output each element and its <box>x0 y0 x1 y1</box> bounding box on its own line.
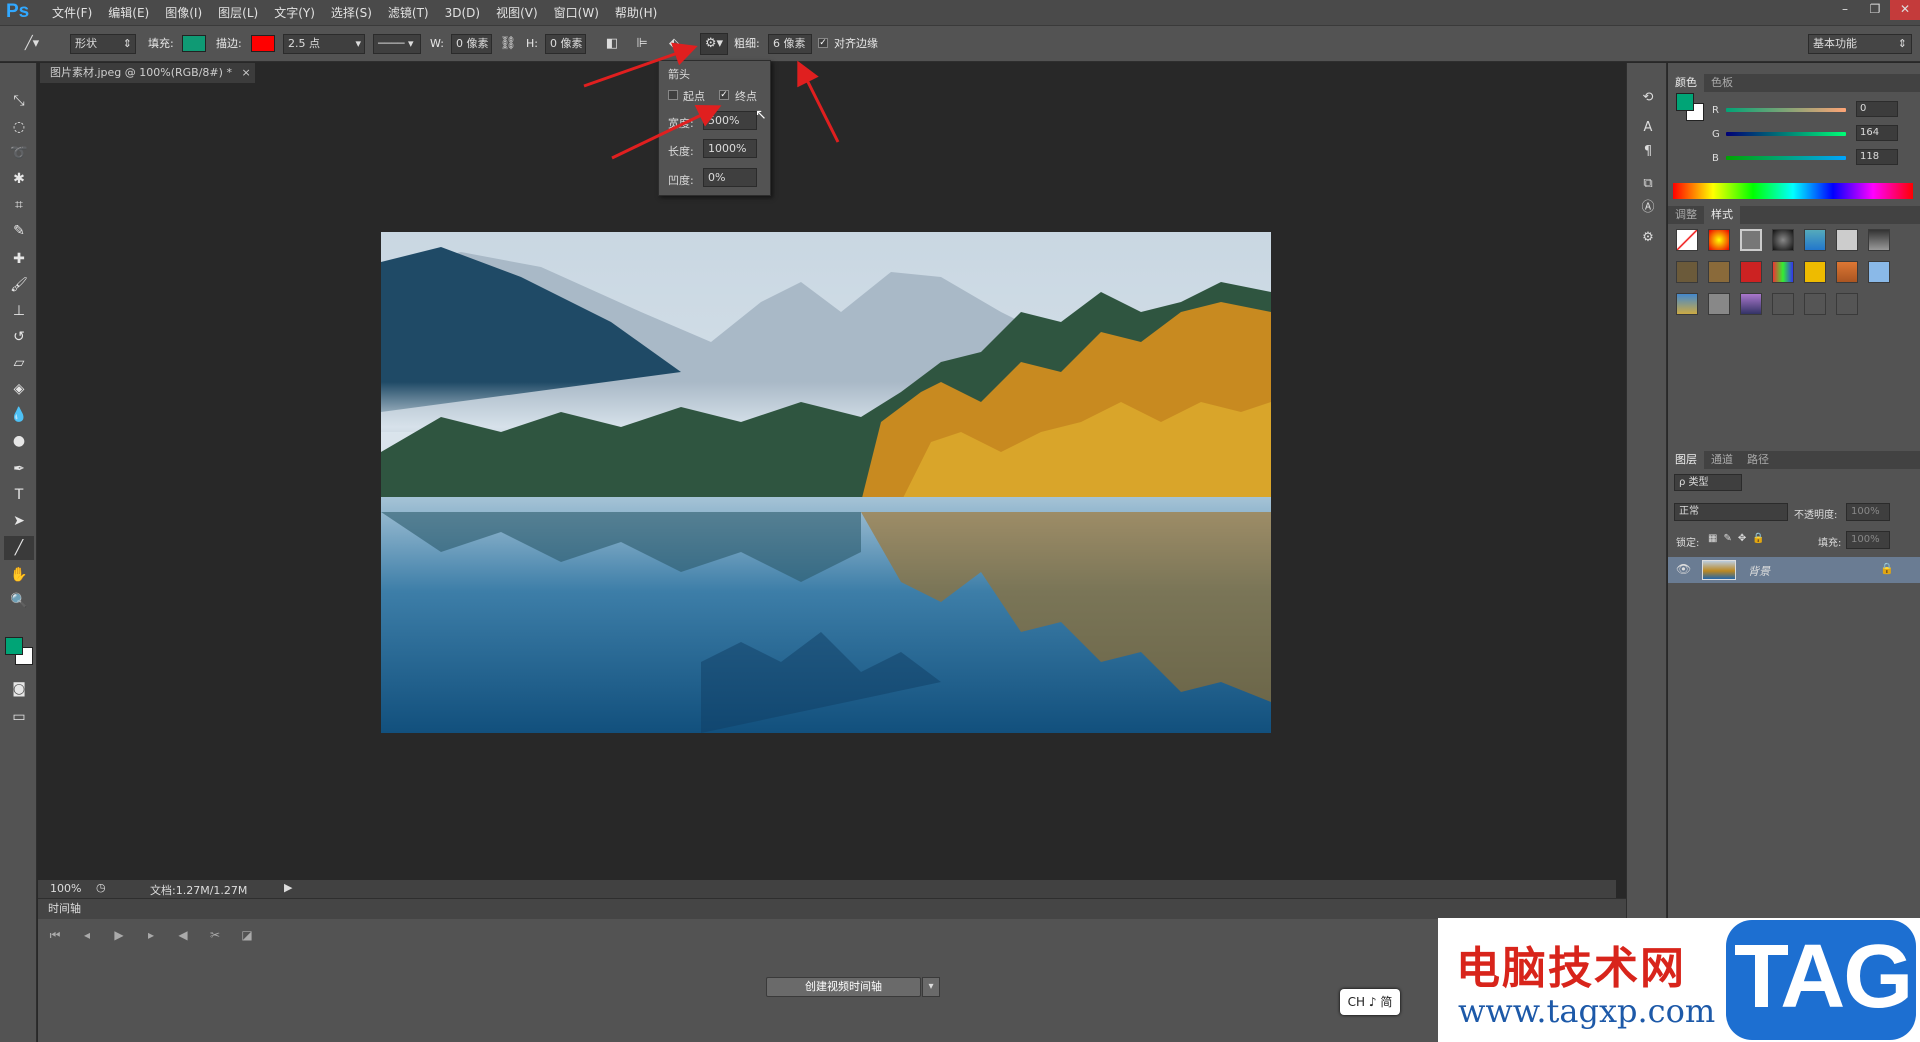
watermark-tag-text: TAG <box>1734 927 1913 1027</box>
style-swatch[interactable] <box>1772 261 1794 283</box>
status-bar: 100% ◷ 文档:1.27M/1.27M ▶ <box>38 880 1616 898</box>
g-label: G <box>1712 129 1720 140</box>
tab-adjustments[interactable]: 调整 <box>1668 206 1704 224</box>
annotation-arrow-weight <box>797 60 840 143</box>
next-frame-icon[interactable]: ▸ <box>140 928 162 946</box>
prev-frame-icon[interactable]: ◂ <box>76 928 98 946</box>
style-swatch[interactable] <box>1708 261 1730 283</box>
layer-fill-label: 填充: <box>1818 538 1842 549</box>
character-styles-icon[interactable]: Ⓐ <box>1637 197 1659 219</box>
status-icon: ◷ <box>96 881 106 894</box>
style-swatch[interactable] <box>1676 293 1698 315</box>
watermark-tag-logo: TAG <box>1726 920 1916 1040</box>
style-swatch[interactable] <box>1740 293 1762 315</box>
properties-icon[interactable]: ⚙ <box>1637 227 1659 249</box>
timeline-controls: ⏮ ◂ ▶ ▸ ◀ ✂ ◪ <box>38 920 1626 954</box>
style-swatch[interactable] <box>1676 261 1698 283</box>
eye-icon[interactable]: 👁 <box>1676 562 1691 576</box>
b-label: B <box>1712 153 1719 164</box>
r-value[interactable]: 0 <box>1856 101 1898 117</box>
layer-fill-input[interactable]: 100% <box>1846 531 1890 549</box>
status-menu-icon[interactable]: ▶ <box>284 881 292 894</box>
tab-swatches[interactable]: 色板 <box>1704 74 1740 92</box>
character-icon[interactable]: A <box>1637 117 1659 139</box>
lock-icons[interactable]: ▦✎✥🔒 <box>1708 533 1771 544</box>
style-swatch[interactable] <box>1868 261 1890 283</box>
style-swatch[interactable] <box>1836 229 1858 251</box>
timeline-panel: 时间轴 ⏮ ◂ ▶ ▸ ◀ ✂ ◪ 创建视频时间轴 ▾ <box>38 898 1626 1042</box>
r-slider[interactable] <box>1726 108 1846 112</box>
layer-row-background[interactable]: 👁 背景 🔒 <box>1668 557 1920 583</box>
style-swatch[interactable] <box>1804 229 1826 251</box>
annotation-arrow-end <box>611 104 722 160</box>
b-value[interactable]: 118 <box>1856 149 1898 165</box>
color-panel-tabs: 颜色 色板 <box>1668 74 1920 92</box>
timeline-header: 时间轴 <box>38 899 1626 919</box>
history-icon[interactable]: ⟲ <box>1637 87 1659 109</box>
adjust-panel-tabs: 调整 样式 <box>1668 206 1920 224</box>
style-swatch[interactable] <box>1868 229 1890 251</box>
style-swatch[interactable] <box>1836 293 1858 315</box>
style-swatch[interactable] <box>1772 229 1794 251</box>
zoom-level[interactable]: 100% <box>50 882 81 895</box>
r-label: R <box>1712 105 1719 116</box>
tab-layers[interactable]: 图层 <box>1668 451 1704 469</box>
style-swatch[interactable] <box>1772 293 1794 315</box>
layer-name[interactable]: 背景 <box>1748 563 1770 579</box>
split-icon[interactable]: ✂ <box>204 928 226 946</box>
watermark: 电脑技术网 www.tagxp.com TAG <box>1438 918 1920 1042</box>
style-swatch[interactable] <box>1836 261 1858 283</box>
timeline-title: 时间轴 <box>48 902 81 915</box>
tab-channels[interactable]: 通道 <box>1704 451 1740 469</box>
opacity-input[interactable]: 100% <box>1846 503 1890 521</box>
ime-indicator[interactable]: CH ♪ 简 <box>1340 989 1400 1015</box>
layers-panel-tabs: 图层 通道 路径 <box>1668 451 1920 469</box>
panel-dock: ⟲ A ¶ ⧉ Ⓐ ⚙ <box>1626 63 1667 1042</box>
style-swatch[interactable] <box>1708 293 1730 315</box>
doc-info: 文档:1.27M/1.27M <box>150 884 248 897</box>
style-swatch[interactable] <box>1804 293 1826 315</box>
style-swatch[interactable] <box>1708 229 1730 251</box>
lock-label: 锁定: <box>1676 538 1700 549</box>
color-spectrum-bar[interactable] <box>1673 183 1913 199</box>
play-icon[interactable]: ▶ <box>108 928 130 946</box>
audio-icon[interactable]: ◀ <box>172 928 194 946</box>
opacity-label: 不透明度: <box>1794 510 1838 521</box>
b-slider[interactable] <box>1726 156 1846 160</box>
right-panels: 颜色 色板 R 0 G 164 B 118 调整 样式 图层 通道 路径 ρ 类… <box>1668 63 1920 1042</box>
clone-source-icon[interactable]: ⧉ <box>1637 173 1659 195</box>
first-frame-icon[interactable]: ⏮ <box>44 928 66 946</box>
tab-paths[interactable]: 路径 <box>1740 451 1776 469</box>
style-swatch[interactable] <box>1740 261 1762 283</box>
style-none[interactable] <box>1676 229 1698 251</box>
tab-color[interactable]: 颜色 <box>1668 74 1704 92</box>
layer-filter-select[interactable]: ρ 类型 <box>1674 474 1742 491</box>
create-timeline-dropdown[interactable]: ▾ <box>922 977 940 997</box>
lock-icon: 🔒 <box>1880 562 1894 575</box>
paragraph-icon[interactable]: ¶ <box>1637 141 1659 163</box>
tab-styles[interactable]: 样式 <box>1704 206 1740 224</box>
g-value[interactable]: 164 <box>1856 125 1898 141</box>
style-swatch[interactable] <box>1740 229 1762 251</box>
g-slider[interactable] <box>1726 132 1846 136</box>
watermark-url: www.tagxp.com <box>1458 992 1716 1030</box>
fg-color-chip[interactable] <box>1676 93 1694 111</box>
create-video-timeline-button[interactable]: 创建视频时间轴 <box>766 977 921 997</box>
annotation-arrow-gear <box>583 42 698 88</box>
layer-thumbnail <box>1702 560 1736 580</box>
style-swatch[interactable] <box>1804 261 1826 283</box>
blend-mode-select[interactable]: 正常 <box>1674 503 1788 521</box>
watermark-site-name: 电脑技术网 <box>1456 943 1686 994</box>
transition-icon[interactable]: ◪ <box>236 928 258 946</box>
